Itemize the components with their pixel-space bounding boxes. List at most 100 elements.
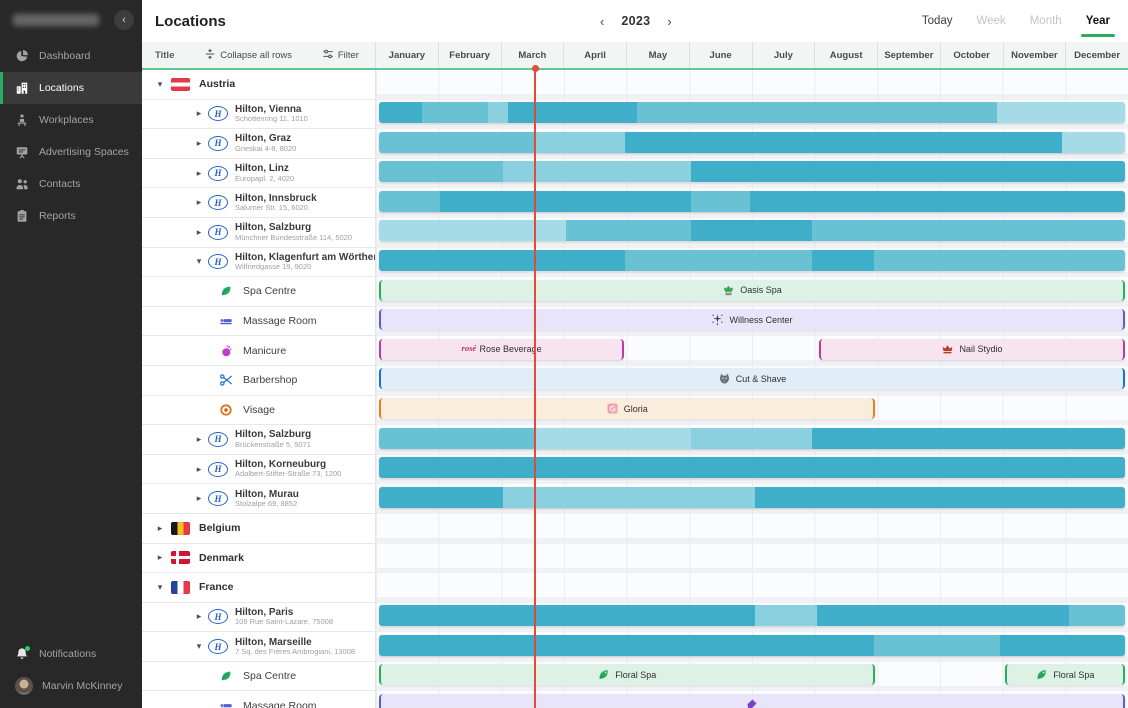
hotel-row-label-cell[interactable]: ▸HHilton, ViennaSchottenring 11, 1010 (142, 100, 376, 130)
booking-bar[interactable]: Floral Spa (379, 664, 875, 685)
expand-caret-icon[interactable]: ▸ (194, 108, 204, 119)
expand-caret-icon[interactable]: ▸ (155, 523, 165, 534)
expand-caret-icon[interactable]: ▸ (194, 464, 204, 475)
timeline-cell (376, 188, 1128, 218)
expand-caret-icon[interactable]: ▸ (194, 197, 204, 208)
sidebar-collapse-button[interactable]: ‹ (114, 10, 134, 30)
gantt-bar[interactable] (379, 428, 1125, 449)
hotel-row-label-cell[interactable]: ▾HHilton, Klagenfurt am WörtherseeWilfri… (142, 248, 376, 278)
hilton-logo-icon: H (208, 491, 228, 506)
gantt-bar[interactable] (379, 635, 1125, 656)
booking-bar[interactable]: Nail Stydio (819, 339, 1125, 360)
expand-caret-icon[interactable]: ▸ (194, 227, 204, 238)
service-row-label-cell[interactable]: Massage Room (142, 307, 376, 337)
hotel-row-label-cell[interactable]: ▸HHilton, LinzEuropapl. 2, 4020 (142, 159, 376, 189)
country-row-label-cell[interactable]: ▾ France (142, 573, 376, 603)
hilton-logo-icon: H (208, 136, 228, 151)
hotel-row-label-cell[interactable]: ▾HHilton, Marseille7 Sq. des Frères Ambr… (142, 632, 376, 662)
service-row-label-cell[interactable]: Massage Room (142, 691, 376, 708)
collapse-caret-icon[interactable]: ▾ (194, 256, 204, 267)
view-tabs: Today Week Month Year (922, 15, 1128, 27)
month-label: May (626, 42, 689, 68)
service-row-label-cell[interactable]: Barbershop (142, 366, 376, 396)
service-row-label-cell[interactable]: Manicure (142, 336, 376, 366)
notifications-button[interactable]: Notifications (0, 638, 142, 670)
gantt-bar-segment (503, 487, 755, 508)
sidebar-item-label: Contacts (39, 178, 80, 190)
timeline-cell (376, 100, 1128, 130)
booking-bar[interactable]: Cut & Shave (379, 368, 1125, 389)
gantt-bar[interactable] (379, 132, 1125, 153)
gantt-bar[interactable] (379, 220, 1125, 241)
hotel-row: ▸HHilton, InnsbruckSalurner Str. 15, 602… (142, 188, 1128, 218)
expand-caret-icon[interactable]: ▸ (194, 493, 204, 504)
hotel-row-label-cell[interactable]: ▸HHilton, MurauStolzalpe 69, 8852 (142, 484, 376, 514)
country-name: France (199, 581, 233, 593)
view-tab-week[interactable]: Week (977, 15, 1006, 27)
service-row-label-cell[interactable]: Spa Centre (142, 277, 376, 307)
country-row-label-cell[interactable]: ▸Denmark (142, 544, 376, 574)
collapse-caret-icon[interactable]: ▾ (194, 641, 204, 652)
collapse-all-rows-button[interactable]: Collapse all rows (204, 48, 292, 63)
hotel-row-label-cell[interactable]: ▸HHilton, KorneuburgAdalbert-Stifter-Str… (142, 455, 376, 485)
hilton-logo-icon: H (208, 609, 228, 624)
sidebar-bottom: Notifications Marvin McKinney (0, 638, 142, 708)
country-row-label-cell[interactable]: ▸Belgium (142, 514, 376, 544)
hotel-row-label-cell[interactable]: ▸HHilton, GrazGrieskai 4-8, 8020 (142, 129, 376, 159)
booking-bar[interactable]: Willness Center (379, 309, 1125, 330)
sidebar: ‹ DashboardLocationsWorkplacesAdvertisin… (0, 0, 142, 708)
timeline-cell (376, 691, 1128, 708)
view-tab-year[interactable]: Year (1086, 15, 1110, 27)
booking-bar[interactable]: Floral Spa (1005, 664, 1125, 685)
booking-bar[interactable]: roséRose Beverage (379, 339, 624, 360)
booking-bar[interactable]: Gloria (379, 398, 875, 419)
hotel-row-label-cell[interactable]: ▸HHilton, InnsbruckSalurner Str. 15, 602… (142, 188, 376, 218)
prev-year-button[interactable]: ‹ (600, 15, 604, 28)
sidebar-item-workplaces[interactable]: Workplaces (0, 104, 142, 136)
gantt-bar[interactable] (379, 457, 1125, 478)
booking-bar[interactable] (379, 694, 1125, 708)
country-row: ▸Denmark (142, 544, 1128, 574)
gantt-bar-segment (536, 132, 626, 153)
view-tab-today[interactable]: Today (922, 15, 953, 27)
expand-caret-icon[interactable]: ▸ (155, 552, 165, 563)
booking-bar[interactable]: Oasis Spa (379, 280, 1125, 301)
hotel-row-label-cell[interactable]: ▸HHilton, SalzburgBrückenstraße 5, 5071 (142, 425, 376, 455)
expand-caret-icon[interactable]: ▸ (194, 168, 204, 179)
collapse-caret-icon[interactable]: ▾ (155, 582, 165, 593)
gantt-bar[interactable] (379, 161, 1125, 182)
sidebar-item-locations[interactable]: Locations (0, 72, 142, 104)
service-name: Massage Room (243, 700, 317, 708)
gantt-bar-segment (379, 605, 755, 626)
view-tab-month[interactable]: Month (1030, 15, 1062, 27)
contacts-icon (15, 177, 29, 191)
gantt-bar[interactable] (379, 250, 1125, 271)
gantt-bar[interactable] (379, 605, 1125, 626)
next-year-button[interactable]: › (667, 15, 671, 28)
sidebar-item-dashboard[interactable]: Dashboard (0, 40, 142, 72)
country-row-label-cell[interactable]: ▾Austria (142, 70, 376, 100)
filter-button[interactable]: Filter (322, 48, 359, 63)
service-row-label-cell[interactable]: Spa Centre (142, 662, 376, 692)
hotel-row-label-cell[interactable]: ▸HHilton, SalzburgMünchner Bundesstraße … (142, 218, 376, 248)
expand-caret-icon[interactable]: ▸ (194, 434, 204, 445)
gantt-bar[interactable] (379, 487, 1125, 508)
gantt-bar-segment (422, 102, 488, 123)
hotel-address: Münchner Bundesstraße 114, 5020 (235, 234, 352, 243)
service-row-label-cell[interactable]: Visage (142, 396, 376, 426)
hilton-logo-icon: H (208, 166, 228, 181)
gantt-bar-segment (997, 102, 1125, 123)
sidebar-item-reports[interactable]: Reports (0, 200, 142, 232)
expand-caret-icon[interactable]: ▸ (194, 611, 204, 622)
sidebar-item-advertising-spaces[interactable]: Advertising Spaces (0, 136, 142, 168)
user-menu[interactable]: Marvin McKinney (0, 670, 142, 702)
expand-caret-icon[interactable]: ▸ (194, 138, 204, 149)
collapse-caret-icon[interactable]: ▾ (155, 79, 165, 90)
month-header-row: JanuaryFebruaryMarchAprilMayJuneJulyAugu… (376, 42, 1128, 68)
workplace-icon (15, 113, 29, 127)
service-row: ManicureroséRose Beverage Nail Stydio (142, 336, 1128, 366)
sidebar-item-contacts[interactable]: Contacts (0, 168, 142, 200)
gantt-bar[interactable] (379, 102, 1125, 123)
hotel-row-label-cell[interactable]: ▸HHilton, Paris108 Rue Saint-Lazare, 750… (142, 603, 376, 633)
gantt-bar[interactable] (379, 191, 1125, 212)
